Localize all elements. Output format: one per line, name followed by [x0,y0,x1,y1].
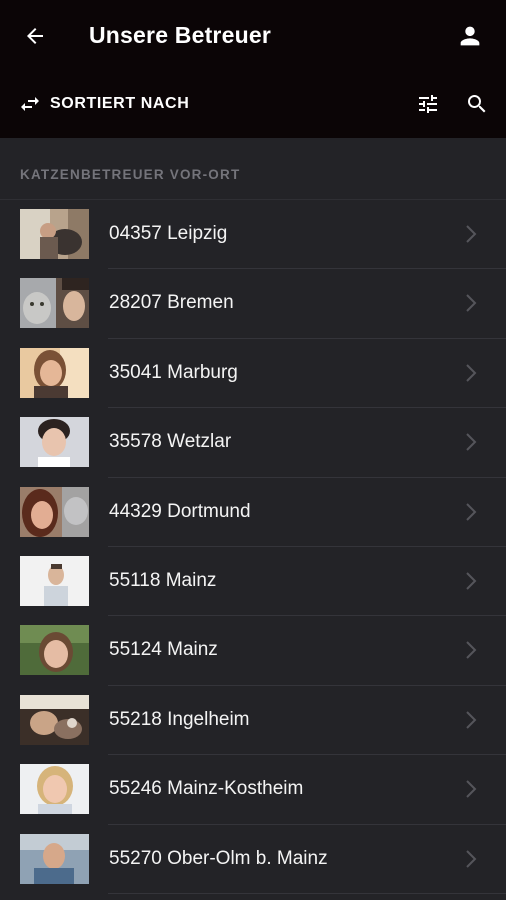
chevron-right-icon [466,225,477,243]
list-item-sitter[interactable]: 55270 Ober-Olm b. Mainz [0,825,506,895]
swap-horizontal-icon [21,97,39,111]
sitter-location: 55270 Ober-Olm b. Mainz [109,847,328,869]
list-item-sitter[interactable]: 55124 Mainz [0,616,506,687]
arrow-left-icon [27,28,43,44]
list-item-sitter[interactable]: 28207 Bremen [0,269,506,340]
sitter-list: 04357 Leipzig 28207 Bremen 35041 Marburg… [0,200,506,895]
sitter-location: 04357 Leipzig [109,223,228,244]
chevron-right-icon [466,433,477,451]
search-button[interactable] [465,92,489,116]
sitter-photo [20,209,89,259]
search-icon [468,95,486,113]
chevron-right-icon [466,294,477,313]
sitter-photo [20,625,89,676]
chevron-right-icon [466,780,477,798]
sitter-location: 55118 Mainz [109,569,217,591]
page-title: Unsere Betreuer [89,22,271,48]
sort-label: SORTIERT NACH [50,95,190,112]
sitter-photo [20,417,89,468]
list-item-sitter[interactable]: 35578 Wetzlar [0,408,506,478]
list-item-sitter[interactable]: 55218 Ingelheim [0,686,506,756]
sort-button[interactable]: SORTIERT NACH [18,92,189,116]
sitter-photo [20,694,89,745]
chevron-right-icon [466,572,477,590]
sitter-photo [20,833,89,884]
sitter-photo [20,555,89,606]
sitter-photo [20,347,89,398]
chevron-right-icon [466,502,477,521]
back-button[interactable] [22,24,48,48]
sitter-location: 28207 Bremen [109,292,234,314]
sitter-location: 35578 Wetzlar [109,431,232,453]
section-header: KATZENBETREUER VOR-ORT [20,167,241,182]
sitter-location: 55246 Mainz-Kostheim [109,778,304,800]
sitter-location: 35041 Marburg [109,361,238,383]
list-item-sitter[interactable]: 55246 Mainz-Kostheim [0,755,506,825]
sitter-photo [20,764,89,815]
sitter-photo [20,486,89,537]
tune-sliders-icon [419,95,437,113]
sitter-location: 55124 Mainz [109,639,218,661]
app-screen: Unsere Betreuer SORTIERT NACH KATZENBETR… [0,0,506,900]
sort-toolbar: SORTIERT NACH [0,84,506,124]
sitter-location: 44329 Dortmund [109,500,251,522]
list-item-sitter[interactable]: 55118 Mainz [0,547,506,617]
list-item-sitter[interactable]: 04357 Leipzig [0,200,506,270]
list-item-sitter[interactable]: 35041 Marburg [0,339,506,409]
filter-button[interactable] [416,92,440,116]
chevron-right-icon [466,641,477,660]
app-bar: Unsere Betreuer SORTIERT NACH [0,0,506,138]
sitter-photo [20,278,89,329]
person-icon [460,26,480,46]
chevron-right-icon [466,364,477,382]
sitter-location: 55218 Ingelheim [109,708,250,730]
account-button[interactable] [456,22,484,50]
list-item-sitter[interactable]: 44329 Dortmund [0,478,506,548]
chevron-right-icon [466,849,477,868]
chevron-right-icon [466,711,477,729]
